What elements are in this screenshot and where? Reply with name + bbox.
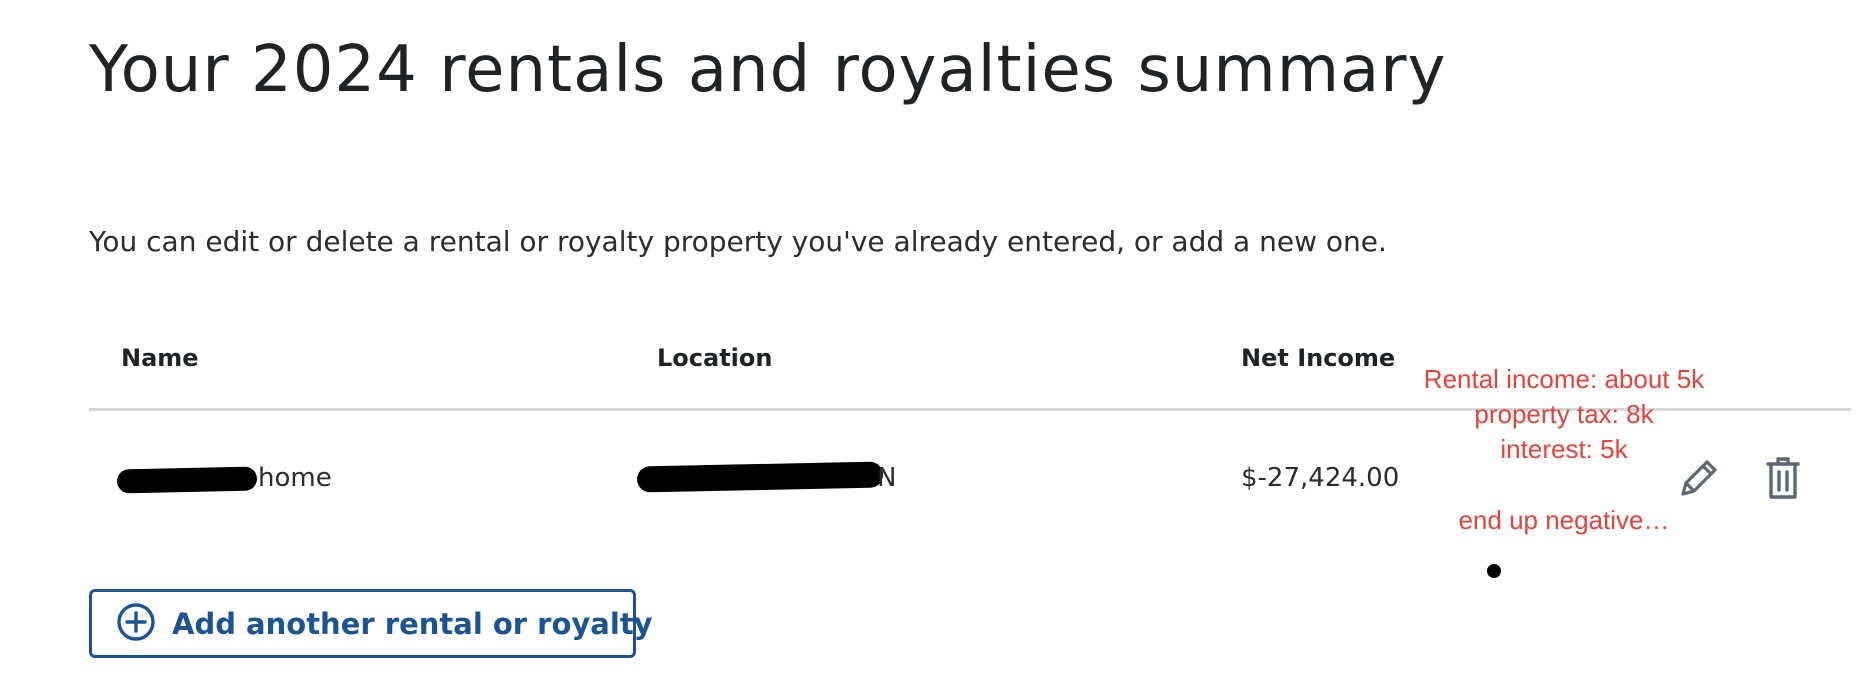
add-rental-button[interactable]: Add another rental or royalty [89, 589, 653, 658]
trash-icon[interactable] [1759, 452, 1807, 504]
annotation-line: interest: 5k [1500, 434, 1628, 464]
annotation-line: Rental income: about 5k [1423, 364, 1705, 394]
column-header-location: Location [657, 344, 773, 372]
column-header-name: Name [121, 344, 199, 372]
property-name-cell: home [116, 460, 332, 496]
redaction-mark [116, 466, 258, 494]
plus-circle-icon [116, 602, 156, 646]
net-income-value: $-27,424.00 [1241, 463, 1400, 493]
property-name: home [258, 463, 332, 493]
column-header-net-income: Net Income [1241, 344, 1396, 372]
annotation-dot [1487, 564, 1501, 578]
annotation-line: end up negative… [1458, 505, 1670, 535]
redaction-mark [636, 461, 884, 493]
property-location: N [877, 463, 897, 493]
property-location-cell: N [636, 460, 896, 496]
annotation-line: property tax: 8k [1474, 399, 1654, 429]
page-title: Your 2024 rentals and royalties summary [89, 33, 1447, 107]
add-rental-button-label: Add another rental or royalty [172, 606, 653, 641]
intro-text: You can edit or delete a rental or royal… [89, 225, 1387, 258]
